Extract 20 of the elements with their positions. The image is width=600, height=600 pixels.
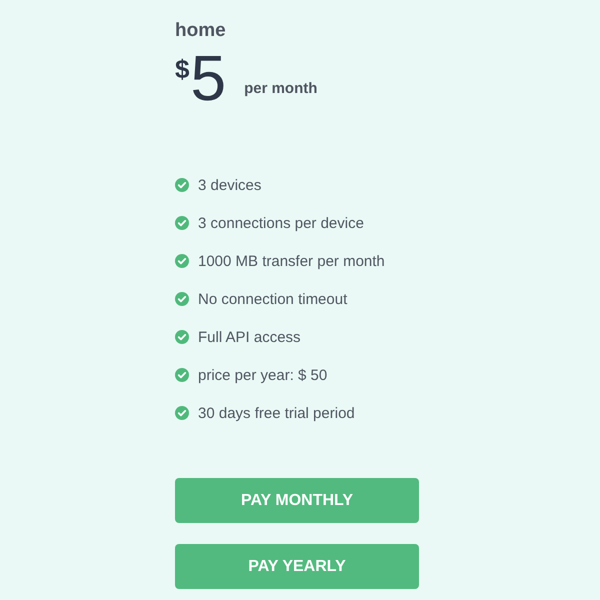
feature-text: Full API access	[198, 328, 301, 346]
check-circle-icon	[175, 330, 189, 344]
plan-name: home	[175, 20, 227, 42]
pay-button[interactable]: PAY YEARLY	[175, 544, 419, 589]
feature-text: 3 devices	[198, 176, 262, 194]
price-period: per month	[244, 80, 318, 97]
check-circle-icon	[175, 406, 189, 420]
feature-text: price per year: $ 50	[198, 366, 328, 384]
pay-button[interactable]: PAY MONTHLY	[175, 478, 419, 523]
check-circle-icon	[175, 292, 189, 306]
check-circle-icon	[175, 368, 189, 382]
check-circle-icon	[175, 178, 189, 192]
check-circle-icon	[175, 254, 189, 268]
check-circle-icon	[175, 216, 189, 230]
feature-text: 30 days free trial period	[198, 404, 355, 422]
feature-text: 3 connections per device	[198, 214, 364, 232]
feature-text: No connection timeout	[198, 290, 348, 308]
price-amount: 5	[190, 48, 226, 108]
currency-symbol: $	[175, 56, 190, 82]
feature-text: 1000 MB transfer per month	[198, 252, 385, 270]
